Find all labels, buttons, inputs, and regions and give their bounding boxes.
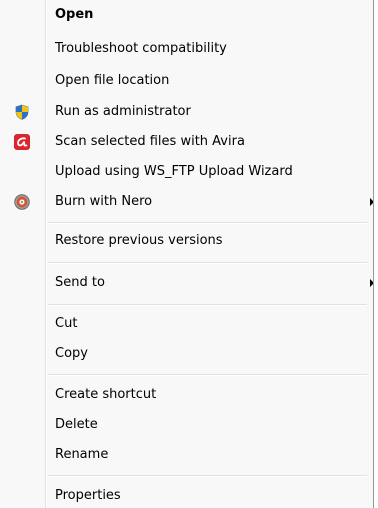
context-menu: Open Troubleshoot compatibility Open fil… (0, 0, 374, 508)
menu-item-label: Run as administrator (55, 104, 191, 119)
menu-separator (48, 475, 367, 477)
menu-item-cut[interactable]: Cut (2, 313, 368, 335)
menu-item-label: Copy (55, 346, 88, 361)
menu-item-delete[interactable]: Delete (2, 414, 368, 436)
menu-separator (48, 374, 367, 376)
menu-item-open[interactable]: Open (2, 4, 368, 26)
menu-item-label: Create shortcut (55, 387, 157, 402)
menu-item-rename[interactable]: Rename (2, 444, 368, 466)
menu-item-label: Restore previous versions (55, 233, 223, 248)
menu-item-label: Send to (55, 275, 105, 290)
menu-item-open-file-location[interactable]: Open file location (2, 70, 368, 92)
menu-item-label: Properties (55, 488, 121, 503)
menu-item-label: Scan selected files with Avira (55, 134, 245, 149)
menu-item-label: Upload using WS_FTP Upload Wizard (55, 164, 293, 179)
menu-item-restore-previous-versions[interactable]: Restore previous versions (2, 230, 368, 252)
nero-icon (14, 194, 30, 210)
menu-item-troubleshoot-compatibility[interactable]: Troubleshoot compatibility (2, 38, 368, 60)
menu-item-label: Troubleshoot compatibility (55, 41, 227, 56)
menu-item-create-shortcut[interactable]: Create shortcut (2, 384, 368, 406)
menu-item-send-to[interactable]: Send to (2, 272, 373, 294)
menu-item-run-as-administrator[interactable]: Run as administrator (2, 101, 368, 123)
menu-item-burn-with-nero[interactable]: Burn with Nero (2, 191, 373, 213)
menu-separator (48, 262, 367, 264)
menu-item-label: Open (55, 7, 94, 22)
menu-item-label: Burn with Nero (55, 194, 153, 209)
menu-separator (48, 222, 367, 224)
uac-shield-icon (15, 104, 29, 120)
menu-item-label: Delete (55, 417, 98, 432)
menu-separator (48, 304, 367, 306)
submenu-arrow-icon (370, 198, 373, 206)
submenu-arrow-icon (370, 279, 373, 287)
menu-item-copy[interactable]: Copy (2, 343, 368, 365)
avira-icon (14, 134, 30, 150)
menu-item-label: Rename (55, 447, 109, 462)
menu-item-properties[interactable]: Properties (2, 485, 368, 507)
menu-item-label: Cut (55, 316, 78, 331)
menu-item-scan-with-avira[interactable]: Scan selected files with Avira (2, 131, 368, 153)
menu-item-label: Open file location (55, 73, 170, 88)
menu-item-upload-ws-ftp[interactable]: Upload using WS_FTP Upload Wizard (2, 161, 368, 183)
